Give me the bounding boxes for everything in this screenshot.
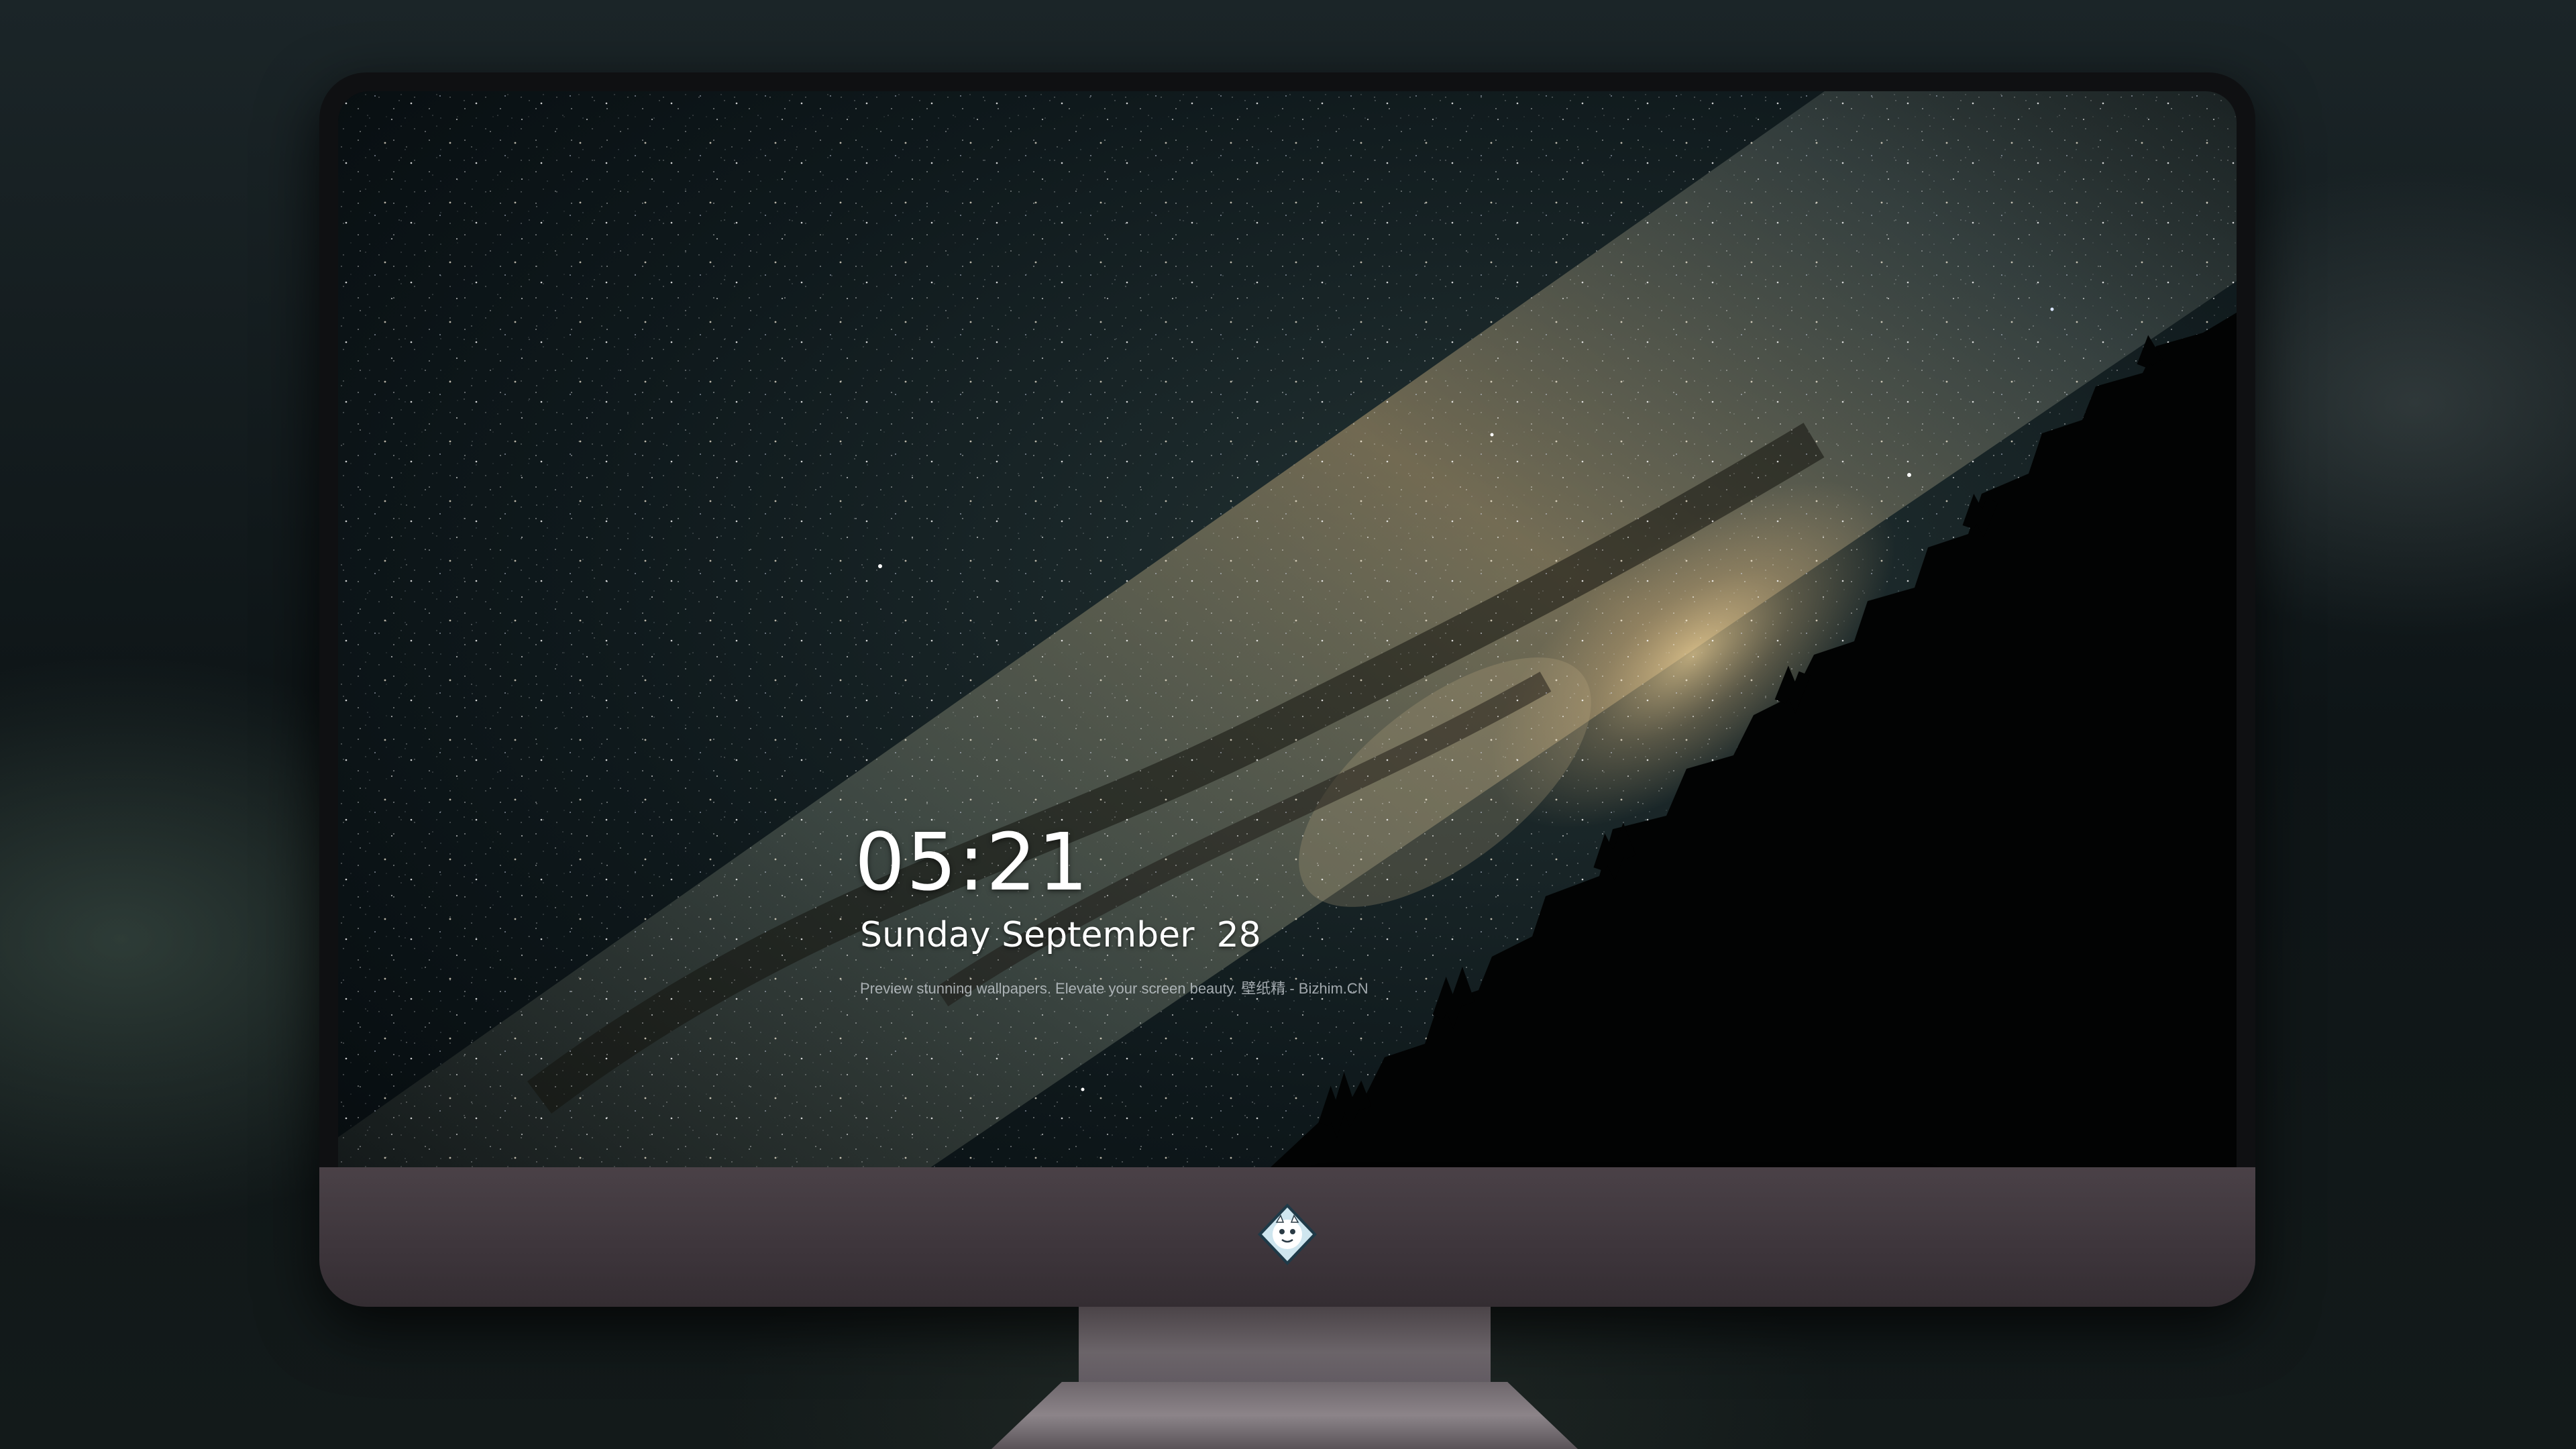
monitor-stand-foot: [991, 1382, 1578, 1449]
monitor: 05:21 Sunday September 28 Preview stunni…: [319, 72, 2255, 1307]
lockscreen-tagline: Preview stunning wallpapers. Elevate you…: [860, 980, 1368, 997]
mascot-logo-icon: [1258, 1203, 1317, 1265]
lockscreen-time: 05:21: [855, 816, 1090, 908]
monitor-bezel: 05:21 Sunday September 28 Preview stunni…: [319, 72, 2255, 1307]
milky-way-wallpaper: [338, 91, 2237, 1167]
desktop-screen: 05:21 Sunday September 28 Preview stunni…: [338, 91, 2237, 1167]
lockscreen-date: Sunday September 28: [860, 915, 1261, 955]
